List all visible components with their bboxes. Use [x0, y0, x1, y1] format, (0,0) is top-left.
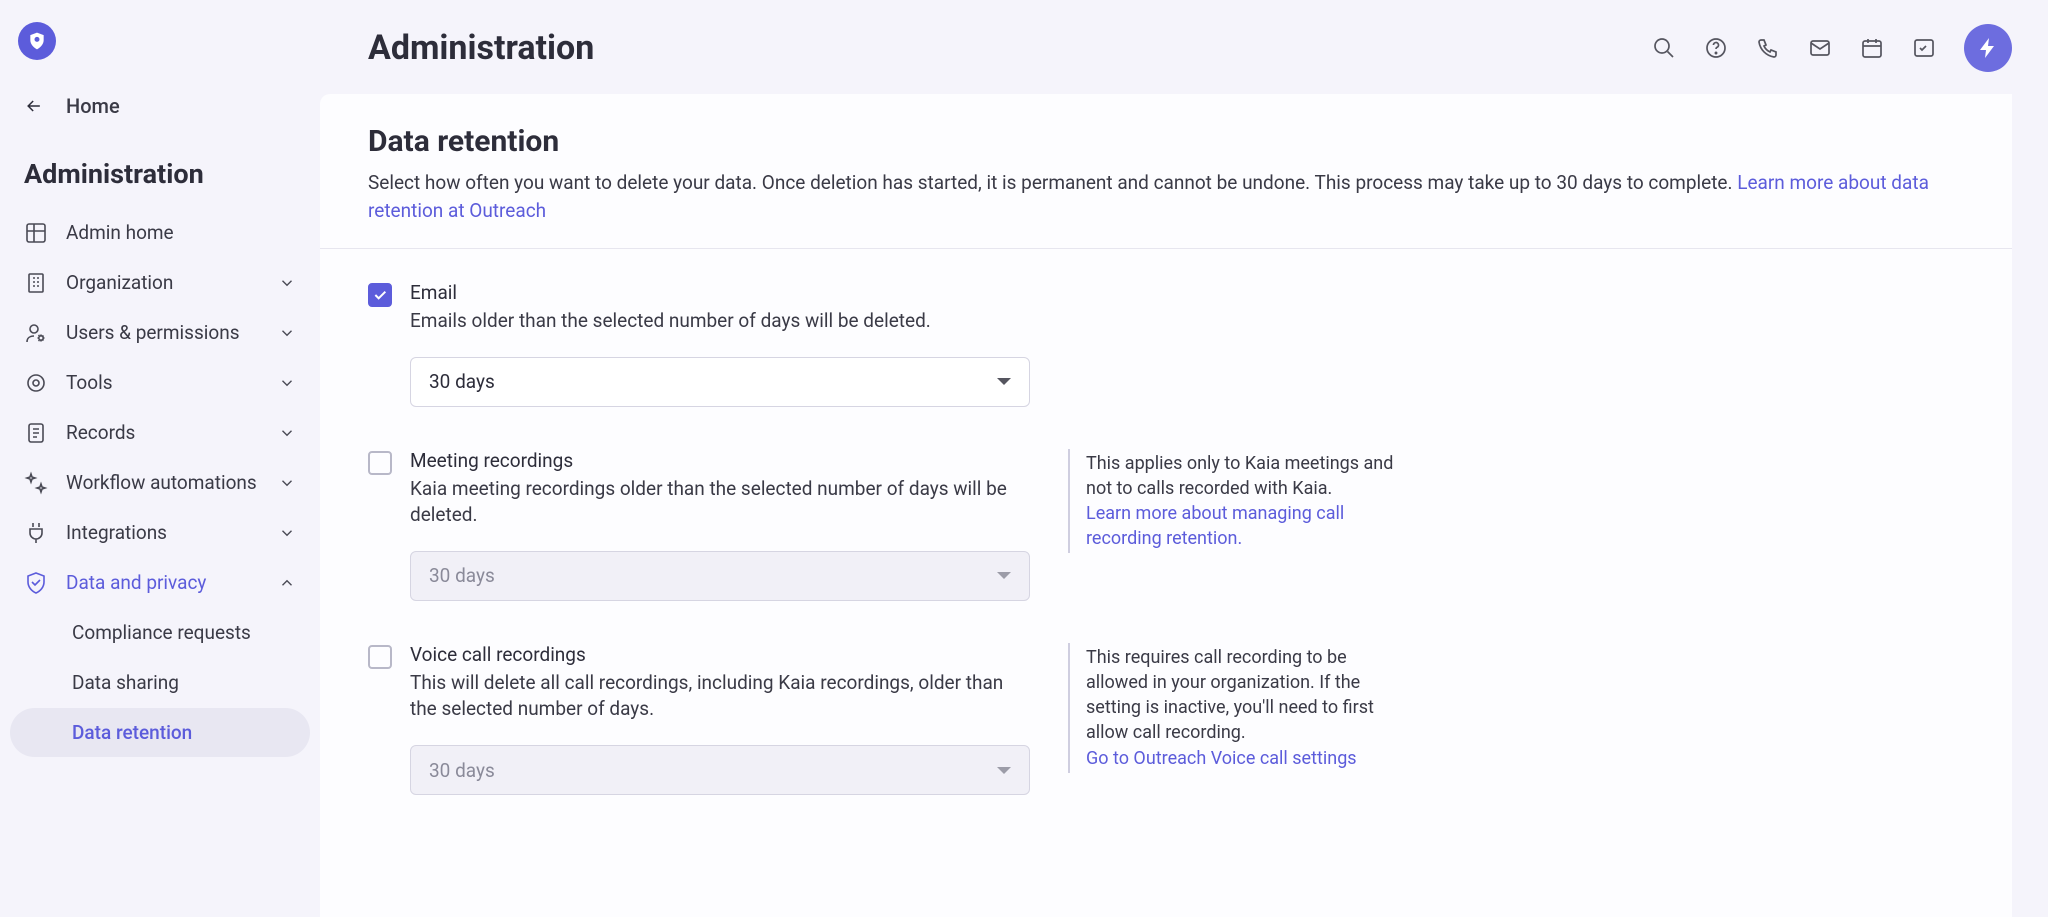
nav-data-privacy[interactable]: Data and privacy: [10, 558, 310, 608]
chevron-down-icon: [278, 374, 296, 392]
voice-checkbox[interactable]: [368, 645, 392, 669]
nav-data-sharing[interactable]: Data sharing: [10, 658, 310, 708]
main-panel: Administration Data retention Select how…: [320, 0, 2048, 917]
home-label: Home: [66, 94, 120, 118]
nav-records[interactable]: Records: [10, 408, 310, 458]
email-title: Email: [410, 281, 1030, 304]
gear-icon: [24, 371, 48, 395]
nav-label: Organization: [66, 271, 260, 295]
nav-label: Data and privacy: [66, 571, 260, 595]
meeting-checkbox[interactable]: [368, 451, 392, 475]
chevron-down-icon: [278, 274, 296, 292]
nav-label: Compliance requests: [72, 621, 296, 645]
building-icon: [24, 271, 48, 295]
chevron-down-icon: [278, 324, 296, 342]
voice-section: Voice call recordings This will delete a…: [368, 643, 1964, 795]
email-checkbox[interactable]: [368, 283, 392, 307]
nav-admin-home[interactable]: Admin home: [10, 208, 310, 258]
sidebar: Home Administration Admin home Organizat…: [0, 0, 320, 917]
nav-organization[interactable]: Organization: [10, 258, 310, 308]
app-logo[interactable]: [18, 22, 56, 60]
nav-label: Tools: [66, 371, 260, 395]
document-icon: [24, 421, 48, 445]
meeting-retention-select: 30 days: [410, 551, 1030, 601]
page-title: Administration: [368, 28, 594, 68]
help-icon[interactable]: [1704, 36, 1728, 60]
email-desc: Emails older than the selected number of…: [410, 308, 1030, 335]
voice-note-link[interactable]: Go to Outreach Voice call settings: [1086, 748, 1357, 769]
topbar-actions: [1652, 24, 2012, 72]
voice-title: Voice call recordings: [410, 643, 1030, 666]
select-value: 30 days: [429, 759, 495, 782]
phone-icon[interactable]: [1756, 36, 1780, 60]
meeting-note-link[interactable]: Learn more about managing call recording…: [1086, 503, 1344, 549]
chevron-down-icon: [278, 524, 296, 542]
tasks-icon[interactable]: [1912, 36, 1936, 60]
content-subtitle: Select how often you want to delete your…: [368, 169, 1964, 224]
select-value: 30 days: [429, 564, 495, 587]
voice-desc: This will delete all call recordings, in…: [410, 670, 1030, 723]
plug-icon: [24, 521, 48, 545]
search-icon[interactable]: [1652, 36, 1676, 60]
nav-users[interactable]: Users & permissions: [10, 308, 310, 358]
mail-icon[interactable]: [1808, 36, 1832, 60]
chevron-up-icon: [278, 574, 296, 592]
nav-workflow[interactable]: Workflow automations: [10, 458, 310, 508]
nav-data-retention[interactable]: Data retention: [10, 708, 310, 758]
select-value: 30 days: [429, 370, 495, 393]
email-retention-select[interactable]: 30 days: [410, 357, 1030, 407]
meeting-desc: Kaia meeting recordings older than the s…: [410, 476, 1030, 529]
voice-note: This requires call recording to be allow…: [1068, 643, 1398, 773]
meeting-section: Meeting recordings Kaia meeting recordin…: [368, 449, 1964, 601]
content-card: Data retention Select how often you want…: [320, 94, 2012, 917]
calendar-icon[interactable]: [1860, 36, 1884, 60]
quick-action-button[interactable]: [1964, 24, 2012, 72]
email-section: Email Emails older than the selected num…: [368, 281, 1964, 407]
sidebar-title: Administration: [10, 128, 310, 208]
user-gear-icon: [24, 321, 48, 345]
meeting-title: Meeting recordings: [410, 449, 1030, 472]
nav-integrations[interactable]: Integrations: [10, 508, 310, 558]
nav-tools[interactable]: Tools: [10, 358, 310, 408]
arrow-left-icon: [24, 96, 44, 116]
shield-icon: [27, 30, 47, 52]
bolt-icon: [1976, 36, 2000, 60]
check-icon: [372, 287, 388, 303]
content-title: Data retention: [368, 124, 1964, 159]
home-link[interactable]: Home: [10, 84, 310, 128]
chevron-down-icon: [278, 424, 296, 442]
meeting-note: This applies only to Kaia meetings and n…: [1068, 449, 1398, 554]
nav-label: Workflow automations: [66, 471, 260, 495]
nav-label: Users & permissions: [66, 321, 260, 345]
nav-label: Data retention: [72, 721, 296, 745]
settings-sections: Email Emails older than the selected num…: [320, 249, 2012, 869]
shield-check-icon: [24, 571, 48, 595]
voice-retention-select: 30 days: [410, 745, 1030, 795]
caret-down-icon: [997, 572, 1011, 579]
topbar: Administration: [320, 0, 2048, 94]
content-header: Data retention Select how often you want…: [320, 94, 2012, 249]
grid-icon: [24, 221, 48, 245]
caret-down-icon: [997, 378, 1011, 385]
nav-label: Records: [66, 421, 260, 445]
chevron-down-icon: [278, 474, 296, 492]
nav-compliance[interactable]: Compliance requests: [10, 608, 310, 658]
nav-label: Admin home: [66, 221, 296, 245]
sparkle-icon: [24, 471, 48, 495]
caret-down-icon: [997, 767, 1011, 774]
nav-label: Data sharing: [72, 671, 296, 695]
nav-label: Integrations: [66, 521, 260, 545]
